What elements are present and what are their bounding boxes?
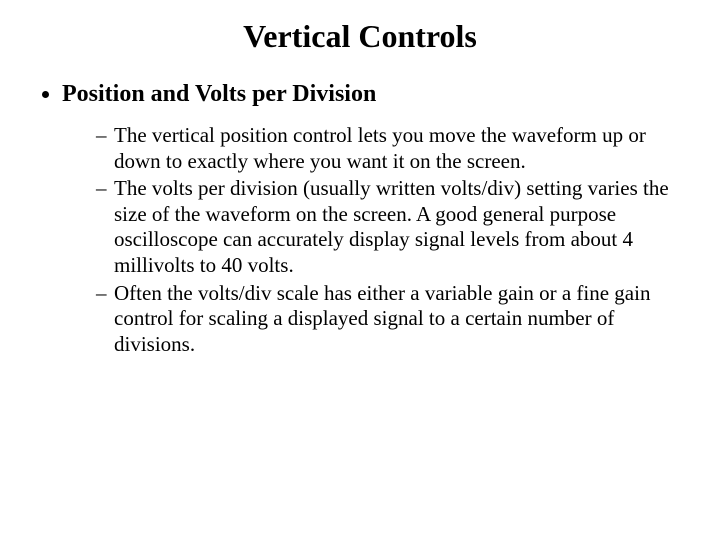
sub-bullet-list: The vertical position control lets you m… — [62, 123, 684, 357]
sub-bullet-1: The vertical position control lets you m… — [96, 123, 684, 174]
bullet-item-1: Position and Volts per Division The vert… — [62, 79, 684, 357]
bullet-list: Position and Volts per Division The vert… — [36, 79, 684, 357]
slide: Vertical Controls Position and Volts per… — [0, 0, 720, 540]
slide-title: Vertical Controls — [36, 18, 684, 55]
bullet-item-1-label: Position and Volts per Division — [62, 81, 376, 107]
sub-bullet-2: The volts per division (usually written … — [96, 176, 684, 278]
sub-bullet-3: Often the volts/div scale has either a v… — [96, 281, 684, 358]
